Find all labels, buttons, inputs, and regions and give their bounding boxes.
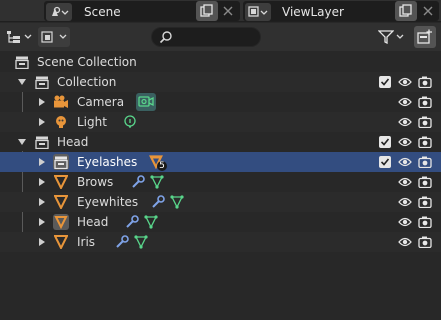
tree-row-eyewhites[interactable]: Eyewhites — [0, 192, 441, 212]
brows-label: Brows — [77, 175, 114, 189]
collection-label: Collection — [57, 75, 117, 89]
expand-arrow-icon[interactable] — [37, 156, 47, 168]
mesh-data-icon[interactable] — [143, 214, 159, 230]
visibility-eye-icon[interactable] — [397, 155, 413, 169]
visibility-eye-icon[interactable] — [397, 115, 413, 129]
collection-icon — [34, 74, 50, 90]
visibility-eye-icon[interactable] — [397, 75, 413, 89]
render-camera-icon[interactable] — [417, 95, 433, 109]
close-scene-icon[interactable] — [219, 2, 237, 20]
render-camera-icon[interactable] — [417, 215, 433, 229]
chevron-down-icon — [59, 34, 67, 39]
visibility-eye-icon[interactable] — [397, 195, 413, 209]
head-object-label: Head — [77, 215, 109, 229]
iris-label: Iris — [77, 235, 96, 249]
tree-row-collection[interactable]: Collection — [0, 72, 441, 92]
camera-data-icon[interactable] — [136, 93, 156, 111]
scene-collection-icon — [14, 54, 30, 70]
render-camera-icon[interactable] — [417, 195, 433, 209]
filter-dropdown[interactable] — [378, 27, 404, 47]
camera-object-icon — [53, 94, 69, 110]
light-label: Light — [77, 115, 107, 129]
render-camera-icon[interactable] — [417, 235, 433, 249]
head-collection-label: Head — [57, 135, 89, 149]
collection-instance-icon — [53, 154, 69, 170]
search-icon — [159, 31, 172, 44]
search-input[interactable] — [178, 31, 258, 45]
editor-type-dropdown[interactable] — [3, 27, 33, 47]
render-camera-icon[interactable] — [417, 155, 433, 169]
view-layer-name[interactable]: ViewLayer — [282, 5, 344, 19]
expand-arrow-icon[interactable] — [37, 236, 47, 248]
scene-name[interactable]: Scene — [84, 5, 121, 19]
render-camera-icon[interactable] — [417, 115, 433, 129]
new-collection-button[interactable] — [414, 26, 436, 48]
expand-arrow-icon[interactable] — [37, 176, 47, 188]
tree-row-brows[interactable]: Brows — [0, 172, 441, 192]
display-mode-dropdown[interactable] — [38, 27, 70, 47]
copy-scene-button[interactable] — [196, 1, 218, 21]
wrench-icon[interactable] — [124, 214, 140, 230]
close-view-layer-icon[interactable] — [419, 2, 437, 20]
visibility-eye-icon[interactable] — [397, 135, 413, 149]
tree-row-light[interactable]: Light — [0, 112, 441, 132]
outliner-editor-icon — [7, 31, 20, 43]
visibility-eye-icon[interactable] — [397, 235, 413, 249]
chevron-down-icon — [24, 34, 32, 39]
view-layer-icon[interactable] — [245, 3, 271, 21]
checkmark-icon — [380, 138, 390, 146]
new-collection-icon — [417, 29, 432, 44]
outliner-header: Scene ViewLayer — [0, 0, 441, 22]
mesh-data-icon[interactable] — [149, 174, 165, 190]
collapse-arrow-icon[interactable] — [17, 136, 27, 148]
search-field[interactable] — [151, 27, 261, 47]
wrench-icon[interactable] — [150, 194, 166, 210]
mesh-data-icon[interactable] — [133, 234, 149, 250]
tree-row-iris[interactable]: Iris — [0, 232, 441, 252]
expand-arrow-icon[interactable] — [37, 216, 47, 228]
exclude-checkbox[interactable] — [379, 76, 391, 88]
render-camera-icon[interactable] — [417, 75, 433, 89]
mesh-object-icon — [53, 214, 69, 230]
tree-row-eyelashes[interactable]: Eyelashes 5 — [0, 152, 441, 172]
chevron-down-icon — [396, 34, 404, 39]
render-camera-icon[interactable] — [417, 175, 433, 189]
child-count-badge: 5 — [157, 161, 167, 171]
visibility-eye-icon[interactable] — [397, 215, 413, 229]
filter-icon — [378, 30, 394, 44]
checkmark-icon — [380, 158, 390, 166]
wrench-icon[interactable] — [130, 174, 146, 190]
mesh-object-icon — [53, 194, 69, 210]
copy-view-layer-button[interactable] — [395, 1, 417, 21]
tree-row-camera[interactable]: Camera — [0, 92, 441, 112]
mesh-object-icon[interactable]: 5 — [148, 154, 167, 171]
tree-row-head-object[interactable]: Head — [0, 212, 441, 232]
scene-icon[interactable] — [46, 3, 72, 21]
render-camera-icon[interactable] — [417, 135, 433, 149]
camera-label: Camera — [77, 95, 125, 109]
visibility-eye-icon[interactable] — [397, 95, 413, 109]
view-layer-mode-icon — [41, 31, 53, 43]
exclude-checkbox[interactable] — [379, 136, 391, 148]
collection-icon — [34, 134, 50, 150]
wrench-icon[interactable] — [114, 234, 130, 250]
light-data-icon[interactable] — [122, 114, 138, 130]
tree-row-scene-collection[interactable]: Scene Collection — [0, 52, 441, 72]
tree-row-head-collection[interactable]: Head — [0, 132, 441, 152]
light-object-icon — [53, 114, 69, 130]
mesh-data-icon[interactable] — [169, 194, 185, 210]
expand-arrow-icon[interactable] — [37, 196, 47, 208]
exclude-checkbox[interactable] — [379, 156, 391, 168]
collapse-arrow-icon[interactable] — [17, 76, 27, 88]
visibility-eye-icon[interactable] — [397, 175, 413, 189]
outliner-toolbar — [0, 23, 441, 51]
expand-arrow-icon[interactable] — [37, 96, 47, 108]
expand-arrow-icon[interactable] — [37, 116, 47, 128]
eyewhites-label: Eyewhites — [77, 195, 139, 209]
mesh-object-icon — [53, 234, 69, 250]
scene-collection-label: Scene Collection — [37, 55, 137, 69]
eyelashes-label: Eyelashes — [77, 155, 138, 169]
mesh-object-icon — [53, 174, 69, 190]
checkmark-icon — [380, 78, 390, 86]
